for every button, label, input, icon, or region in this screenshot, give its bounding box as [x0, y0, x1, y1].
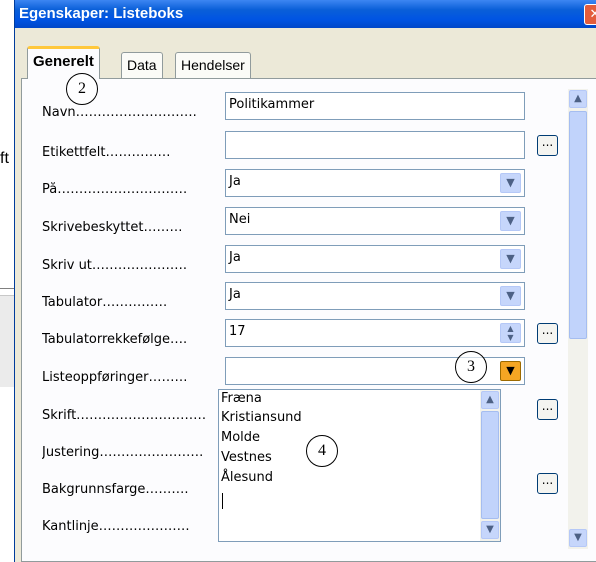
etikettfelt-input[interactable] [225, 131, 525, 159]
label-tabulatorrekkefolge: Tabulatorrekkefølge…. [42, 332, 188, 347]
navn-value: Politikammer [229, 97, 315, 112]
label-skrivebeskyttet: Skrivebeskyttet……… [42, 220, 183, 235]
tabulatorrekkefolge-spin-buttons[interactable]: ▲ ▼ [500, 323, 521, 343]
spin-down-icon: ▼ [507, 333, 514, 342]
list-item[interactable]: Kristiansund [221, 410, 302, 425]
label-bakgrunnsfarge: Bakgrunnsfarge………. [42, 482, 189, 497]
list-item[interactable]: Ålesund [221, 470, 273, 485]
pa-select[interactable]: Ja ▼ [225, 169, 525, 197]
tab-data[interactable]: Data [121, 52, 163, 78]
dropdown-scrollbar[interactable]: ▲ ▼ [480, 390, 500, 541]
chevron-down-icon: ▼ [506, 289, 515, 302]
skrivebeskyttet-select[interactable]: Nei ▼ [225, 207, 525, 235]
title-bar[interactable]: Egenskaper: Listeboks ✕ [15, 0, 596, 28]
list-item[interactable]: Vestnes [221, 450, 272, 465]
chevron-down-icon: ▼ [506, 364, 515, 377]
tabulator-select[interactable]: Ja ▼ [225, 282, 525, 310]
skriv-ut-select[interactable]: Ja ▼ [225, 245, 525, 273]
list-item[interactable]: Molde [221, 430, 260, 445]
chevron-down-icon: ▼ [506, 214, 515, 227]
label-skrift: Skrift………………………… [42, 408, 207, 423]
label-pa: På………………………… [42, 182, 188, 197]
label-etikettfelt: Etikettfelt…………… [42, 145, 171, 160]
skrift-ellipsis-button[interactable]: ... [537, 399, 558, 420]
chevron-down-icon: ▼ [506, 176, 515, 189]
skrivebeskyttet-value: Nei [229, 212, 251, 227]
spin-up-icon: ▲ [507, 324, 514, 333]
tabulator-dropdown-button[interactable]: ▼ [500, 286, 521, 306]
close-icon: ✕ [589, 7, 596, 22]
listeoppforinger-dropdown-button[interactable]: ▼ [500, 361, 521, 381]
tabulatorrekkefolge-ellipsis-button[interactable]: ... [537, 323, 558, 344]
label-tabulator: Tabulator…………… [42, 295, 168, 310]
callout-4: 4 [306, 435, 338, 467]
dropdown-scroll-down-button[interactable]: ▼ [481, 521, 499, 539]
bakgrunnsfarge-ellipsis-button[interactable]: ... [537, 473, 558, 494]
scroll-down-button[interactable]: ▼ [569, 529, 587, 547]
scroll-up-icon: ▲ [486, 394, 494, 405]
tabulatorrekkefolge-spin[interactable]: 17 ▲ ▼ [225, 319, 525, 347]
label-skriv-ut: Skriv ut…………………. [42, 258, 188, 273]
label-justering: Justering…………………… [42, 445, 204, 460]
callout-3: 3 [455, 351, 487, 383]
properties-scrollbar[interactable]: ▲ ▼ [568, 89, 588, 549]
background-text-fragment: ft [0, 150, 9, 167]
tabulator-value: Ja [229, 287, 241, 302]
dialog-title: Egenskaper: Listeboks [19, 5, 184, 22]
navn-input[interactable]: Politikammer [225, 92, 525, 120]
dropdown-scroll-up-button[interactable]: ▲ [481, 391, 499, 409]
chevron-down-icon: ▼ [506, 252, 515, 265]
scroll-down-icon: ▼ [574, 532, 582, 543]
pa-value: Ja [229, 174, 241, 189]
scroll-up-icon: ▲ [574, 93, 582, 104]
background-panel [0, 295, 14, 387]
listeoppforinger-dropdown-list[interactable]: Fræna Kristiansund Molde Vestnes Ålesund… [218, 389, 501, 542]
etikettfelt-ellipsis-button[interactable]: ... [537, 135, 558, 156]
scroll-thumb[interactable] [569, 111, 587, 339]
dropdown-scroll-thumb[interactable] [481, 411, 499, 519]
pa-dropdown-button[interactable]: ▼ [500, 173, 521, 193]
label-listeoppforinger: Listeoppføringer……… [42, 370, 188, 385]
list-item[interactable]: Fræna [221, 391, 262, 406]
scroll-down-icon: ▼ [486, 524, 494, 535]
background-divider [0, 288, 14, 289]
close-button[interactable]: ✕ [584, 4, 596, 25]
tab-hendelser[interactable]: Hendelser [175, 52, 251, 78]
text-cursor [222, 493, 223, 509]
label-navn: Navn………………………. [42, 105, 197, 120]
skriv-ut-dropdown-button[interactable]: ▼ [500, 249, 521, 269]
callout-2: 2 [66, 73, 98, 105]
properties-dialog: Egenskaper: Listeboks ✕ Generelt Data He… [14, 0, 596, 562]
scroll-up-button[interactable]: ▲ [569, 90, 587, 108]
tabulatorrekkefolge-value: 17 [229, 324, 246, 339]
label-kantlinje: Kantlinje………………… [42, 519, 190, 534]
skrivebeskyttet-dropdown-button[interactable]: ▼ [500, 211, 521, 231]
skriv-ut-value: Ja [229, 250, 241, 265]
